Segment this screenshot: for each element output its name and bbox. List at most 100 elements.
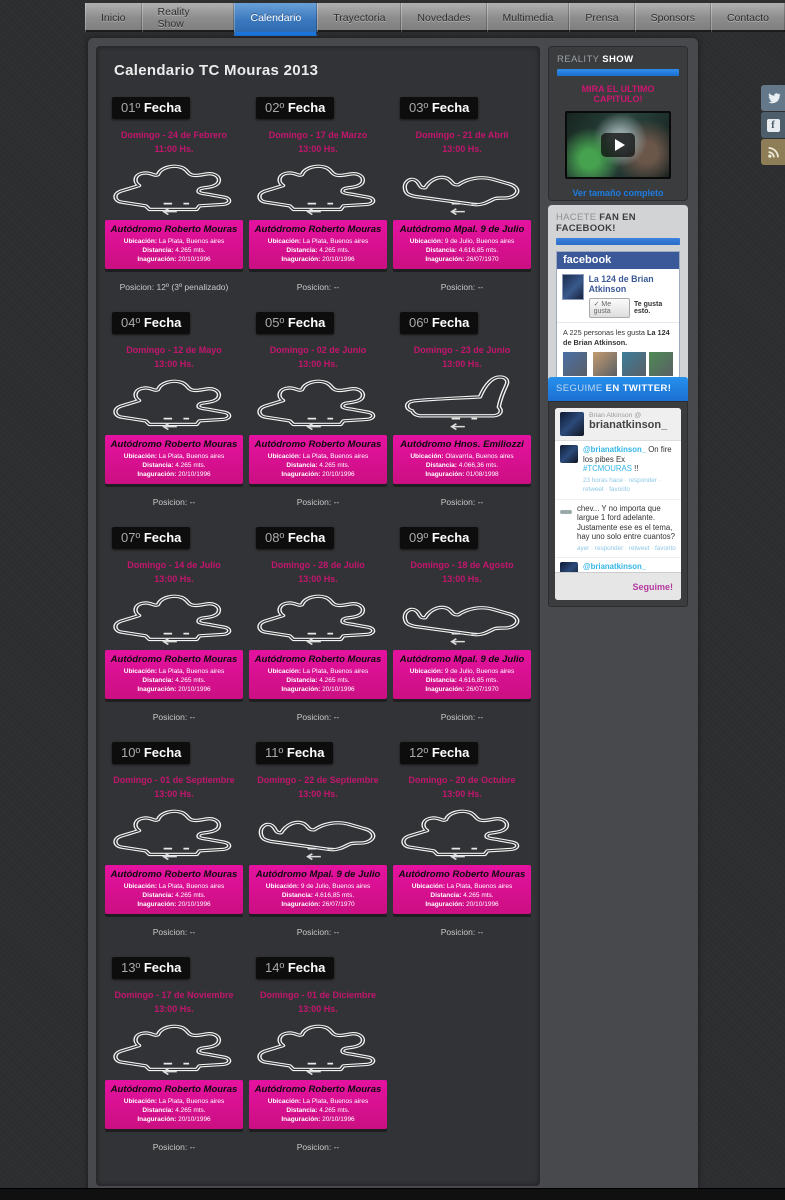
venue-name: Autódromo Roberto Mouras xyxy=(107,439,241,450)
facebook-logo[interactable]: facebook xyxy=(557,252,679,269)
track-map xyxy=(252,803,384,861)
event-date: Domingo - 28 de Julio xyxy=(246,558,390,572)
calendar-panel: Calendario TC Mouras 2013 01º Fecha Domi… xyxy=(96,46,540,1186)
venue-name: Autódromo Roberto Mouras xyxy=(251,1084,385,1095)
track-map xyxy=(252,373,384,431)
event-card: 02º Fecha Domingo - 17 de Marzo 13:00 Hs… xyxy=(246,89,390,304)
fecha-number: 01º xyxy=(121,100,140,115)
tweet-hashtag[interactable]: #TCMOURAS xyxy=(583,464,632,473)
track-map xyxy=(108,158,240,216)
position-text: Posicion: -- xyxy=(246,497,390,507)
fecha-label: Fecha xyxy=(288,100,326,115)
event-date: Domingo - 20 de Octubre xyxy=(390,773,534,787)
follow-button[interactable]: Seguime! xyxy=(632,582,673,592)
fecha-number: 08º xyxy=(265,530,284,545)
venue-location: 9 de Julio, Buenos aires xyxy=(301,883,370,890)
venue-inauguration: 20/10/1996 xyxy=(178,471,211,478)
venue-box: Autódromo Roberto Mouras Ubicación: La P… xyxy=(249,220,387,269)
fecha-badge: 04º Fecha xyxy=(112,312,190,334)
page-title: Calendario TC Mouras 2013 xyxy=(97,47,539,79)
facebook-page-link[interactable]: La 124 de Brian Atkinson xyxy=(589,274,674,294)
track-map xyxy=(252,158,384,216)
fan-avatar xyxy=(563,352,587,376)
reality-show-box: REALITY SHOW MIRA EL ULTIMO CAPITULO! Ve… xyxy=(548,46,688,201)
venue-name: Autódromo Roberto Mouras xyxy=(107,1084,241,1095)
venue-name: Autódromo Mpal. 9 de Julio xyxy=(395,654,529,665)
tweet-mention[interactable]: @brianatkinson_ @MGiallombardo xyxy=(583,562,647,572)
fecha-label: Fecha xyxy=(144,315,182,330)
venue-box: Autódromo Hnos. Emiliozzi Ubicación: Ola… xyxy=(393,435,531,484)
facebook-tab[interactable]: f xyxy=(761,112,785,138)
event-date: Domingo - 12 de Mayo xyxy=(102,343,246,357)
venue-inauguration: 01/08/1998 xyxy=(466,471,499,478)
position-text: Posicion: -- xyxy=(246,282,390,292)
nav-item[interactable]: Contacto xyxy=(711,3,785,32)
nav-item-label: Contacto xyxy=(727,12,769,24)
event-card: 05º Fecha Domingo - 02 de Junio 13:00 Hs… xyxy=(246,304,390,519)
venue-location: La Plata, Buenos aires xyxy=(159,668,224,675)
nav-item-label: Prensa xyxy=(585,12,618,24)
play-button[interactable] xyxy=(601,133,635,157)
event-date: Domingo - 18 de Agosto xyxy=(390,558,534,572)
nav-item[interactable]: Prensa xyxy=(569,3,634,32)
like-button[interactable]: ✓ Me gusta xyxy=(589,298,630,318)
tweet-mention[interactable]: @brianatkinson_ xyxy=(583,445,646,454)
nav-item[interactable]: Novedades xyxy=(401,3,486,32)
track-map xyxy=(396,588,528,646)
video-thumbnail[interactable] xyxy=(565,111,671,179)
event-time: 11:00 Hs. xyxy=(102,142,246,156)
venue-location: La Plata, Buenos aires xyxy=(159,238,224,245)
venue-box: Autódromo Mpal. 9 de Julio Ubicación: 9 … xyxy=(249,865,387,914)
fecha-number: 09º xyxy=(409,530,428,545)
event-time: 13:00 Hs. xyxy=(390,142,534,156)
tweet-avatar xyxy=(560,562,578,572)
fecha-number: 06º xyxy=(409,315,428,330)
twitter-tab[interactable] xyxy=(761,85,785,111)
event-datetime: Domingo - 21 de Abril 13:00 Hs. xyxy=(390,128,534,156)
twitter-widget: Brian Atkinson @ brianatkinson_ @brianat… xyxy=(555,408,681,600)
venue-inauguration: 20/10/1996 xyxy=(466,901,499,908)
nav-item[interactable]: Calendario xyxy=(234,3,317,36)
tweet-text-suffix: !! xyxy=(634,464,638,473)
event-card: 11º Fecha Domingo - 22 de Septiembre 13:… xyxy=(246,734,390,949)
nav-item[interactable]: Trayectoria xyxy=(317,3,401,32)
venue-distance: 4.265 mts. xyxy=(463,892,493,899)
tweet-avatar xyxy=(560,445,578,463)
direction-arrow-icon xyxy=(452,209,465,215)
event-datetime: Domingo - 01 de Diciembre 13:00 Hs. xyxy=(246,988,390,1016)
position-text: Posicion: -- xyxy=(390,927,534,937)
event-time: 13:00 Hs. xyxy=(246,787,390,801)
fan-avatar xyxy=(649,352,673,376)
venue-location: 9 de Julio, Buenos aires xyxy=(445,668,514,675)
fecha-number: 11º xyxy=(265,745,283,760)
event-time: 13:00 Hs. xyxy=(390,787,534,801)
venue-name: Autódromo Roberto Mouras xyxy=(251,224,385,235)
venue-inauguration: 26/07/1970 xyxy=(466,256,499,263)
social-tabs: f xyxy=(761,85,785,166)
fecha-label: Fecha xyxy=(144,745,182,760)
nav-item-label: Trayectoria xyxy=(333,12,385,24)
event-date: Domingo - 24 de Febrero xyxy=(102,128,246,142)
position-text: Posicion: -- xyxy=(390,497,534,507)
event-datetime: Domingo - 22 de Septiembre 13:00 Hs. xyxy=(246,773,390,801)
nav-item[interactable]: Multimedia xyxy=(487,3,570,32)
nav-item[interactable]: Reality Show xyxy=(142,3,235,32)
fecha-number: 05º xyxy=(265,315,284,330)
venue-box: Autódromo Roberto Mouras Ubicación: La P… xyxy=(105,650,243,699)
nav-item[interactable]: Sponsors xyxy=(635,3,711,32)
fecha-label: Fecha xyxy=(432,530,470,545)
twitter-account-handle[interactable]: brianatkinson_ xyxy=(589,419,667,431)
nav-item[interactable]: Inicio xyxy=(85,3,142,32)
video-fullsize-link[interactable]: Ver tamaño completo xyxy=(557,188,679,198)
position-text: Posicion: -- xyxy=(102,927,246,937)
twitter-bird-icon xyxy=(765,92,781,105)
nav-item-label: Multimedia xyxy=(503,12,554,24)
tweet-meta[interactable]: 23 horas hace · responder · retweet · fa… xyxy=(583,476,676,495)
rss-tab[interactable] xyxy=(761,139,785,165)
venue-box: Autódromo Roberto Mouras Ubicación: La P… xyxy=(249,435,387,484)
fecha-badge: 05º Fecha xyxy=(256,312,334,334)
fecha-number: 13º xyxy=(121,960,140,975)
tweet-meta[interactable]: ayer · responder · retweet · favorito xyxy=(577,544,676,554)
nav-item-label: Calendario xyxy=(250,12,301,24)
footer-strip xyxy=(0,1188,785,1200)
